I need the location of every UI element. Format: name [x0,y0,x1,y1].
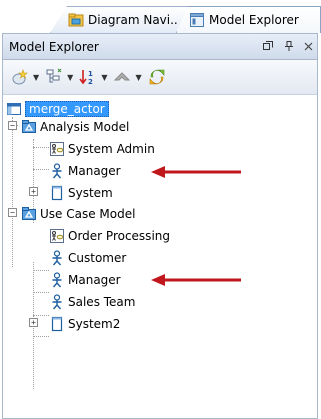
tab-diagram-navigator-label: Diagram Navi.. [88,13,178,27]
model-package-icon [22,207,36,220]
navigate-up-button[interactable]: ▼ [113,68,142,86]
tree-model-analysis[interactable]: Analysis Model [21,117,129,137]
sort-icon: 1 2 [79,70,93,86]
svg-text:2: 2 [88,78,93,86]
collapse-use-case-model[interactable]: − [8,208,17,217]
tree-item-label: Customer [68,251,127,265]
tree-item-manager-use-case[interactable]: Manager [49,270,121,290]
expand-system2[interactable]: + [29,318,38,327]
chevron-down-icon[interactable]: ▼ [33,73,39,82]
refresh-icon [149,69,164,85]
collapse-analysis-model[interactable]: − [8,121,17,130]
restore-icon[interactable] [261,39,275,53]
tab-model-explorer[interactable]: Model Explorer [176,6,321,33]
toolbar: ▼ ▼ 1 2 ▼ ▼ [3,60,317,95]
use-case-diagram-icon [50,142,64,156]
actor-icon [52,294,62,310]
model-package-icon [22,120,36,133]
tree-item-sales-team[interactable]: Sales Team [49,292,135,312]
tree-item-label: Manager [68,273,121,287]
chevron-down-icon[interactable]: ▼ [67,73,73,82]
tab-diagram-navigator[interactable]: Diagram Navi.. [50,6,190,33]
new-model-icon [12,69,28,85]
refresh-button[interactable] [148,68,166,86]
tab-strip: Diagram Navi.. Model Explorer [0,0,321,33]
tree-root-label: merge_actor [25,101,109,117]
panel-title: Model Explorer [9,39,99,54]
tree-item-customer[interactable]: Customer [49,248,126,268]
system-icon [51,316,63,332]
tree-item-label: Sales Team [68,295,136,309]
model-explorer-window: Diagram Navi.. Model Explorer Model Expl… [0,0,321,419]
tree-item-system[interactable]: System [49,183,113,203]
tab-model-explorer-label: Model Explorer [209,13,299,27]
tree-item-manager-analysis[interactable]: Manager [49,161,121,181]
model-explorer-icon [190,13,204,27]
actor-icon [52,250,62,266]
sort-button[interactable]: 1 2 ▼ [79,68,107,86]
use-case-diagram-icon [50,229,64,243]
diagram-navigator-icon [68,13,84,27]
navigate-up-icon [114,72,131,81]
filter-tree-button[interactable]: ▼ [45,68,73,86]
svg-text:1: 1 [88,70,93,78]
chevron-down-icon[interactable]: ▼ [135,73,141,82]
tree-item-system2[interactable]: System2 [49,314,120,334]
tree-model-use-case[interactable]: Use Case Model [21,204,135,224]
tree-item-label: Order Processing [68,229,170,243]
tree-item-label: Manager [68,164,121,178]
new-model-button[interactable]: ▼ [11,68,39,86]
actor-icon [52,163,62,179]
tree-model-analysis-label: Analysis Model [40,120,130,134]
tree-item-label: System Admin [68,142,155,156]
filter-tree-icon [46,68,62,83]
tree-item-label: System [68,186,113,200]
project-icon [7,103,21,115]
tree-root-merge-actor[interactable]: merge_actor [6,99,109,119]
tree-item-label: System2 [68,317,121,331]
panel-header: Model Explorer [3,34,317,60]
actor-icon [52,272,62,288]
tree-item-system-admin[interactable]: System Admin [49,139,155,159]
tree-model-use-case-label: Use Case Model [40,207,136,221]
annotation-arrow-icon [151,274,241,286]
chevron-down-icon[interactable]: ▼ [101,73,107,82]
expand-system[interactable]: + [29,187,38,196]
pin-icon[interactable] [282,39,296,53]
close-icon[interactable] [301,39,315,53]
model-tree: merge_actor − Analysis Model System Admi… [3,95,317,389]
model-explorer-panel: Model Explorer ▼ ▼ 1 2 ▼ ▼ merge_actor −… [2,33,318,419]
system-icon [51,185,63,201]
annotation-arrow-icon [151,166,241,178]
tree-item-order-processing[interactable]: Order Processing [49,226,170,246]
